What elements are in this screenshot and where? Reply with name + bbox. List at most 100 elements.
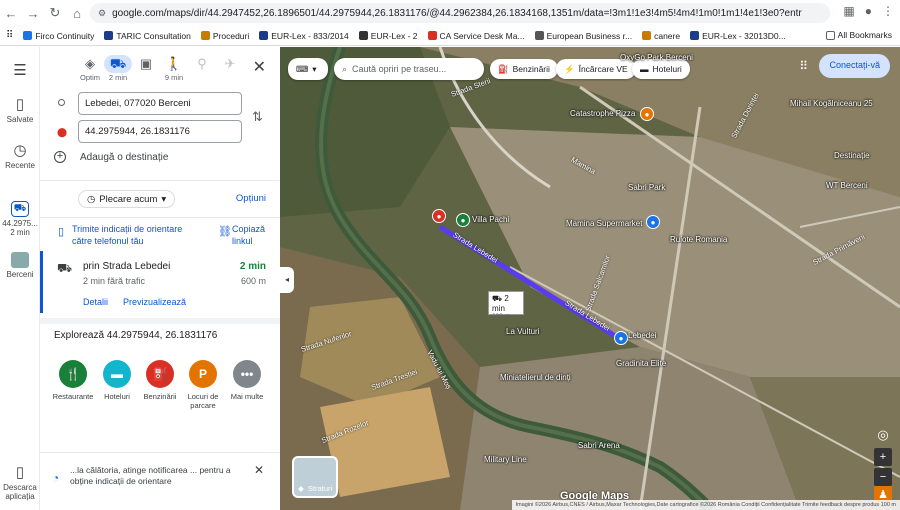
bookmark[interactable]: Proceduri xyxy=(200,31,249,41)
diamond-route-icon: ◈ xyxy=(85,56,95,71)
bookmark[interactable]: canere xyxy=(642,31,680,41)
villa-pin-icon[interactable]: ● xyxy=(456,213,470,227)
poi-gradinita[interactable]: Gradinita Elite xyxy=(616,359,666,368)
recent-button[interactable]: ◷ Recente xyxy=(0,141,40,170)
my-location-icon[interactable]: ◎ xyxy=(874,426,892,444)
options-link[interactable]: Opțiuni xyxy=(236,193,266,204)
layers-button[interactable]: ◆ Straturi xyxy=(292,456,338,498)
bookmark[interactable]: EUR-Lex - 2 xyxy=(358,31,418,41)
poi-catastrophe[interactable]: Catastrophe Pizza xyxy=(570,109,635,118)
add-destination-button[interactable]: + Adaugă o destinație xyxy=(54,151,168,163)
bookmark[interactable]: European Business r... xyxy=(534,31,632,41)
current-route-button[interactable]: ⛟ 44.2975... 2 min xyxy=(0,201,40,237)
copy-link[interactable]: Copiază linkul xyxy=(232,223,268,247)
berceni-button[interactable]: Berceni xyxy=(0,252,40,279)
destination-input[interactable]: 44.2975944, 26.1831176 xyxy=(78,120,242,143)
poi-la-vulturi[interactable]: La Vulturi xyxy=(506,327,540,336)
travel-modes: ◈ Optim ⛟ 2 min ▣ 🚶 9 min ⚲ ✈ xyxy=(40,55,280,89)
mode-bike[interactable]: ⚲ xyxy=(188,55,216,73)
close-icon[interactable]: ✕ xyxy=(254,463,264,477)
close-icon[interactable]: ✕ xyxy=(253,57,266,77)
plus-icon: + xyxy=(54,151,66,163)
poi-villa-pachi[interactable]: Villa Pachi xyxy=(472,215,509,224)
zoom-out-button[interactable]: − xyxy=(874,468,892,486)
forward-icon[interactable]: → xyxy=(22,6,44,21)
apps-icon[interactable]: ⠿ xyxy=(6,30,13,41)
route-stops-search[interactable]: ⌕ Caută opriri pe traseu... xyxy=(334,58,484,80)
zoom-in-button[interactable]: + xyxy=(874,448,892,466)
send-to-phone-link[interactable]: Trimite indicații de orientare către tel… xyxy=(72,223,202,247)
poi-wt-berceni[interactable]: WT Berceni xyxy=(826,181,868,190)
bookmark[interactable]: TARIC Consultation xyxy=(104,31,191,41)
poi-destinatie[interactable]: Destinație xyxy=(834,151,870,160)
menu-icon[interactable]: ⋮ xyxy=(882,4,894,18)
all-bookmarks[interactable]: All Bookmarks xyxy=(825,30,892,40)
explore-parking[interactable]: P Locuri de parcare xyxy=(178,360,228,410)
layers-icon: ◆ xyxy=(298,484,304,493)
side-rail: ☰ ▯ Salvate ◷ Recente ⛟ 44.2975... 2 min B… xyxy=(0,47,40,510)
details-link[interactable]: Detalii xyxy=(83,297,108,307)
swap-icon[interactable]: ⇅ xyxy=(252,109,263,125)
search-icon: ⌕ xyxy=(342,63,348,74)
depart-now-dropdown[interactable]: ◷ Plecare acum ▾ xyxy=(78,190,176,208)
map-canvas[interactable]: ⌕ Caută opriri pe traseu... ⌨ ▾ ⛽ Benzinăr… xyxy=(280,47,900,510)
mode-flight[interactable]: ✈ xyxy=(216,55,244,73)
link-icon: ⛓ xyxy=(218,226,232,238)
sign-in-button[interactable]: Conectați-vă xyxy=(819,54,890,78)
profile-icon[interactable]: ● xyxy=(865,4,872,18)
explore-title: Explorează 44.2975944, 26.1831176 xyxy=(54,330,218,341)
route-option[interactable]: ⛟ prin Strada Lebedei 2 min fără trafic … xyxy=(40,251,280,313)
preview-link[interactable]: Previzualizează xyxy=(123,297,186,307)
explore-more[interactable]: ••• Mai multe xyxy=(222,360,272,401)
plane-icon: ✈ xyxy=(224,56,236,71)
reload-icon[interactable]: ↻ xyxy=(44,5,66,21)
bookmark[interactable]: CA Service Desk Ma... xyxy=(427,31,525,41)
spinner-icon: ◔ xyxy=(52,471,60,485)
collapse-panel-button[interactable]: ◂ xyxy=(280,267,294,293)
home-icon[interactable]: ⌂ xyxy=(66,6,88,21)
origin-input[interactable]: Lebedei, 077020 Berceni xyxy=(78,92,242,115)
poi-miniatelier[interactable]: Miniatelierul de dinți xyxy=(500,373,571,382)
poi-sabri-arena[interactable]: Sabri Arena xyxy=(578,441,620,450)
route-duration-callout[interactable]: ⛟ 2 min 600 m xyxy=(488,291,524,320)
origin-dot-icon xyxy=(58,99,65,106)
poi-oxygo[interactable]: OxyGo Park Berceni xyxy=(620,53,693,62)
mode-walk[interactable]: 🚶 9 min xyxy=(160,55,188,82)
walk-icon: 🚶 xyxy=(165,56,183,71)
keyboard-shortcuts-button[interactable]: ⌨ ▾ xyxy=(288,58,328,80)
poi-mihail[interactable]: Mihail Kogălniceanu 25 xyxy=(790,99,873,108)
route-traffic: 2 min fără trafic xyxy=(83,276,146,286)
origin-pin-icon[interactable]: ● xyxy=(614,331,628,345)
download-app-button[interactable]: ▯ Descarca aplicația xyxy=(0,463,40,501)
chip-ev-charging[interactable]: ⚡ Încărcare VE xyxy=(556,59,636,79)
apps-grid-icon[interactable]: ⠿ xyxy=(799,59,808,73)
parking-icon: P xyxy=(189,360,217,388)
poi-rulote[interactable]: Rulote Romania xyxy=(670,235,727,244)
poi-mamina[interactable]: Mamina Supermarket xyxy=(566,219,642,228)
poi-sabri-park[interactable]: Sabri Park xyxy=(628,183,665,192)
shop-pin-icon[interactable]: ● xyxy=(646,215,660,229)
divider xyxy=(40,217,280,218)
destination-pin-icon[interactable]: ● xyxy=(432,209,446,223)
address-bar[interactable]: ⚙ google.com/maps/dir/44.2947452,26.1896… xyxy=(90,3,830,23)
mode-transit[interactable]: ▣ xyxy=(132,55,160,73)
back-icon[interactable]: ← xyxy=(0,6,22,21)
site-info-icon[interactable]: ⚙ xyxy=(98,8,106,19)
chip-hotels[interactable]: ▬ Hoteluri xyxy=(632,59,690,79)
chip-gas-stations[interactable]: ⛽ Benzinării xyxy=(490,59,558,79)
extensions-icon[interactable]: ▦ xyxy=(843,4,854,18)
mode-best[interactable]: ◈ Optim xyxy=(76,55,104,82)
saved-button[interactable]: ▯ Salvate xyxy=(0,95,40,124)
mode-car[interactable]: ⛟ 2 min xyxy=(104,55,132,82)
poi-military-line[interactable]: Military Line xyxy=(484,455,527,464)
menu-button[interactable]: ☰ xyxy=(0,61,40,81)
bookmark-icon: ▯ xyxy=(15,96,25,113)
bookmark[interactable]: EUR-Lex - 32013D0... xyxy=(690,31,786,41)
explore-restaurants[interactable]: 🍴 Restaurante xyxy=(48,360,98,401)
bed-icon: ▬ xyxy=(103,360,131,388)
browser-toolbar: ← → ↻ ⌂ ⚙ google.com/maps/dir/44.2947452… xyxy=(0,0,900,26)
bookmark[interactable]: Firco Continuity xyxy=(23,31,94,41)
bookmark[interactable]: EUR-Lex - 833/2014 xyxy=(259,31,349,41)
restaurant-pin-icon[interactable]: ● xyxy=(640,107,654,121)
poi-lebedei[interactable]: Lebedei xyxy=(628,331,656,340)
